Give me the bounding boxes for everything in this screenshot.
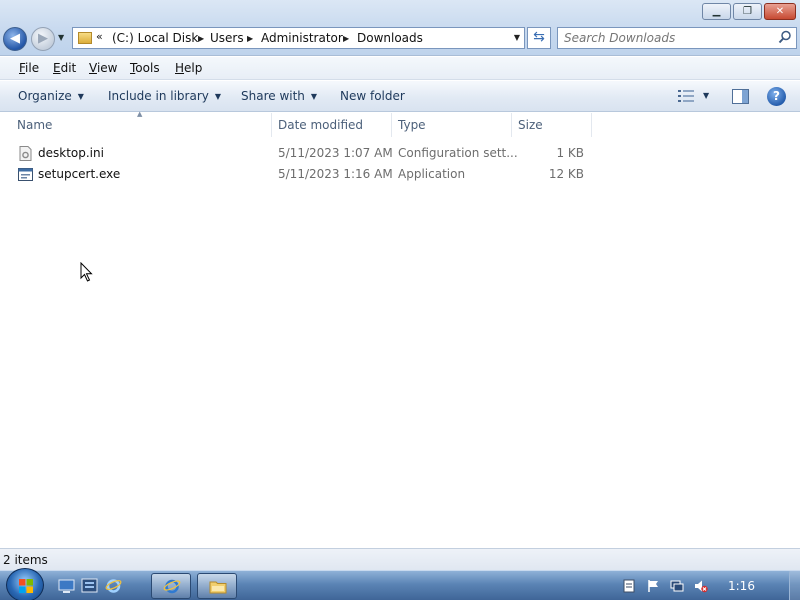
- title-bar: ▁ ❐ ✕ ◀ ▶ ▼ « (C:) Local Disk ▶ Users ▶ …: [0, 0, 800, 56]
- system-clock[interactable]: 1:16: [728, 579, 755, 593]
- menu-edit[interactable]: Edit: [53, 61, 76, 75]
- internet-explorer-icon[interactable]: [105, 578, 122, 594]
- column-type[interactable]: Type: [392, 113, 512, 137]
- view-options-icon[interactable]: [678, 90, 694, 102]
- breadcrumb-users[interactable]: Users: [210, 31, 244, 45]
- breadcrumb-local-disk[interactable]: (C:) Local Disk: [112, 31, 198, 45]
- file-name: desktop.ini: [38, 146, 104, 160]
- breadcrumb-administrator[interactable]: Administrator: [261, 31, 343, 45]
- command-bar: Organize ▼ Include in library ▼ Share with…: [0, 81, 800, 112]
- search-input[interactable]: [564, 31, 764, 45]
- config-file-icon: [19, 146, 32, 161]
- server-manager-icon[interactable]: [81, 578, 98, 594]
- action-center-flag-icon[interactable]: [646, 579, 660, 593]
- maximize-button[interactable]: ❐: [733, 3, 762, 20]
- include-in-library-button[interactable]: Include in library ▼: [108, 89, 221, 103]
- application-icon: [18, 168, 33, 181]
- forward-arrow-icon: ▶: [38, 31, 48, 46]
- folder-icon: [78, 32, 92, 44]
- back-arrow-icon: ◀: [10, 31, 20, 46]
- file-name: setupcert.exe: [38, 167, 121, 181]
- show-desktop-quick-icon[interactable]: [58, 578, 75, 594]
- taskbar: 1:16: [0, 568, 800, 600]
- share-with-button[interactable]: Share with ▼: [241, 89, 317, 103]
- file-size: 1 KB: [556, 146, 584, 160]
- status-bar: 2 items: [0, 548, 800, 570]
- network-icon[interactable]: [670, 579, 684, 593]
- refresh-button[interactable]: ⇆: [527, 27, 551, 49]
- file-type: Application: [398, 167, 466, 181]
- breadcrumb-arrow-icon[interactable]: ▶: [198, 34, 204, 43]
- column-date-modified[interactable]: Date modified: [272, 113, 392, 137]
- search-box[interactable]: [557, 27, 797, 49]
- file-size: 12 KB: [548, 167, 584, 181]
- volume-muted-icon[interactable]: [694, 579, 708, 593]
- close-button[interactable]: ✕: [764, 3, 796, 20]
- view-options-chevron-icon[interactable]: ▼: [703, 91, 709, 100]
- preview-pane-icon[interactable]: [732, 89, 749, 104]
- menu-view[interactable]: View: [89, 61, 117, 75]
- share-with-label: Share with: [241, 89, 305, 103]
- taskbar-explorer-button[interactable]: [197, 573, 237, 599]
- file-row[interactable]: desktop.ini 5/11/2023 1:07 AM Configurat…: [11, 143, 592, 164]
- organize-label: Organize: [18, 89, 72, 103]
- menu-help[interactable]: Help: [175, 61, 202, 75]
- chevron-down-icon: ▼: [214, 92, 222, 101]
- folder-icon: [209, 581, 227, 594]
- menu-tools[interactable]: Tools: [130, 61, 160, 75]
- breadcrumb-arrow-icon[interactable]: ▶: [247, 34, 253, 43]
- column-name[interactable]: Name: [11, 113, 272, 137]
- windows-logo-icon: [19, 579, 33, 593]
- address-bar[interactable]: « (C:) Local Disk ▶ Users ▶ Administrato…: [72, 27, 525, 49]
- recent-pages-dropdown[interactable]: ▼: [58, 33, 64, 42]
- help-icon[interactable]: ?: [767, 87, 786, 106]
- chevron-down-icon: ▼: [77, 92, 84, 101]
- back-button[interactable]: ◀: [3, 27, 27, 51]
- mouse-cursor-icon: [80, 262, 93, 282]
- item-count: 2 items: [3, 553, 48, 567]
- organize-button[interactable]: Organize ▼: [18, 89, 84, 103]
- show-desktop-button[interactable]: [789, 571, 800, 600]
- menu-file[interactable]: File: [19, 61, 39, 75]
- breadcrumb-overflow[interactable]: «: [96, 30, 103, 43]
- file-date: 5/11/2023 1:16 AM: [278, 167, 393, 181]
- menu-bar: File Edit View Tools Help: [0, 57, 800, 80]
- refresh-icon: ⇆: [533, 29, 545, 45]
- chevron-down-icon: ▼: [310, 92, 318, 101]
- internet-explorer-icon: [163, 579, 181, 594]
- file-type: Configuration sett...: [398, 146, 518, 160]
- file-row[interactable]: setupcert.exe 5/11/2023 1:16 AM Applicat…: [11, 164, 592, 185]
- file-date: 5/11/2023 1:07 AM: [278, 146, 393, 160]
- taskbar-internet-explorer-button[interactable]: [151, 573, 191, 599]
- start-button[interactable]: [6, 568, 44, 600]
- forward-button[interactable]: ▶: [31, 27, 55, 51]
- minimize-button[interactable]: ▁: [702, 3, 731, 20]
- notepad-tray-icon[interactable]: [622, 579, 636, 593]
- include-in-library-label: Include in library: [108, 89, 209, 103]
- breadcrumb-arrow-icon[interactable]: ▶: [343, 34, 349, 43]
- address-dropdown-icon[interactable]: ▼: [514, 33, 520, 42]
- column-header: ▲ Name Date modified Type Size: [0, 110, 800, 137]
- breadcrumb-downloads[interactable]: Downloads: [357, 31, 423, 45]
- column-size[interactable]: Size: [512, 113, 592, 137]
- search-icon[interactable]: [778, 30, 792, 44]
- new-folder-button[interactable]: New folder: [340, 89, 405, 103]
